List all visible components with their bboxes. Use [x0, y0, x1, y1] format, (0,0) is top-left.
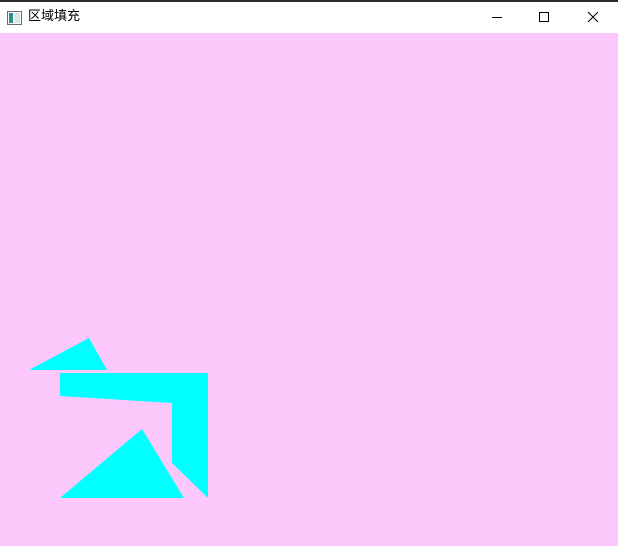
canvas-drawing — [0, 33, 618, 546]
canvas-background — [0, 33, 618, 546]
drawing-canvas[interactable] — [0, 33, 618, 546]
maximize-icon — [538, 8, 550, 27]
maximize-button[interactable] — [521, 2, 567, 33]
window-app-icon — [7, 10, 22, 25]
minimize-button[interactable] — [474, 2, 520, 33]
title-bar[interactable]: 区域填充 — [0, 2, 618, 33]
close-button[interactable] — [570, 2, 616, 33]
app-window: 区域填充 — [0, 0, 618, 546]
window-title: 区域填充 — [28, 9, 81, 24]
close-icon — [587, 8, 599, 27]
minimize-icon — [491, 8, 503, 27]
